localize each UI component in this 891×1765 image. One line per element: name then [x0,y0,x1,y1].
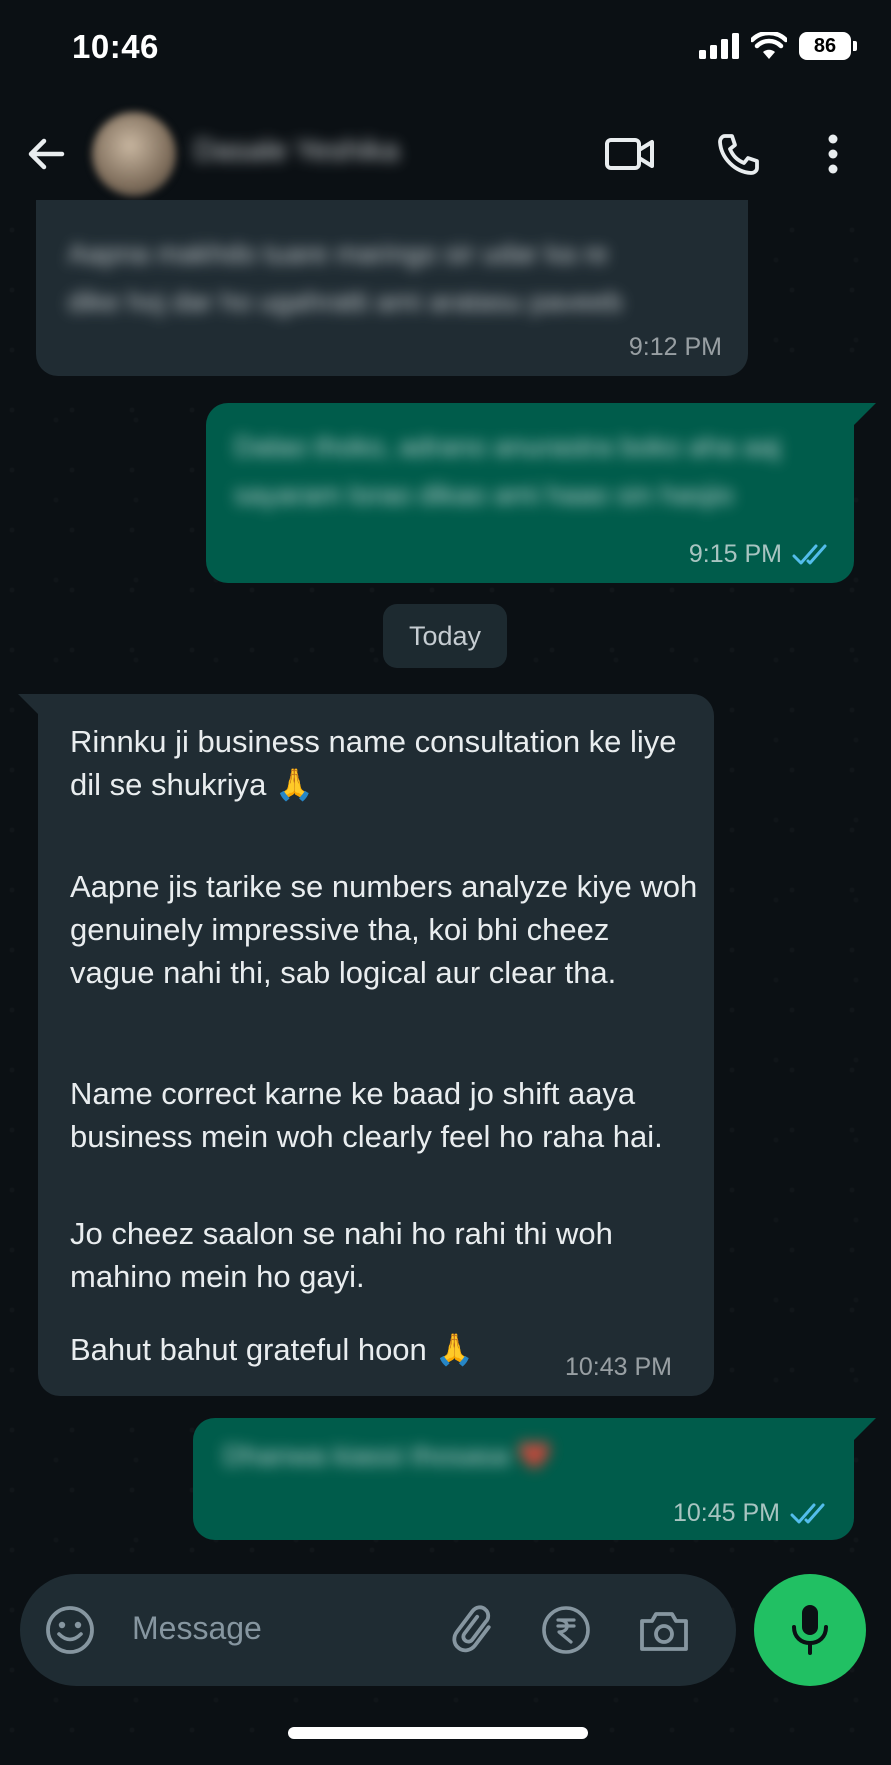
attach-button[interactable] [446,1600,506,1660]
contact-name[interactable]: Dasale Yeshika [194,134,399,168]
more-vertical-icon [828,134,838,174]
date-separator: Today [383,604,507,668]
emoji-icon [46,1606,94,1654]
arrow-left-icon [28,138,65,170]
video-call-icon [605,138,654,170]
read-ticks-icon [792,544,827,564]
message-time: 10:43 PM [565,1353,673,1381]
message-time: 10:45 PM [672,1499,780,1527]
payment-button[interactable] [536,1600,596,1660]
camera-icon [640,1612,688,1651]
back-button[interactable] [22,130,70,178]
signal-icon [699,33,739,59]
read-ticks-icon [790,1503,825,1523]
message-paragraph: Rinnku ji business name consultation ke … [70,724,677,802]
message-line: Dhanwa kiassi thosasa ❤️ [223,1440,553,1471]
message-input-bar: Message [20,1574,736,1686]
voice-call-button[interactable] [710,126,766,182]
emoji-button[interactable] [42,1602,98,1663]
message-meta: 9:15 PM [689,540,834,569]
message-bubble-incoming[interactable]: Aapna makhdo tuare maringo sir udar ka r… [36,200,748,376]
rupee-icon [542,1606,590,1654]
message-bubble-outgoing[interactable]: Dhanwa kiassi thosasa ❤️ 10:45 PM [193,1418,854,1540]
message-paragraph: Jo cheez saalon se nahi ho rahi thi woh … [70,1216,613,1294]
message-line: Aapna makhdo tuare maringo sir udar ka r… [68,238,609,269]
message-text-blurred: Aapna makhdo tuare maringo sir udar ka r… [68,230,622,326]
message-paragraph: Bahut bahut grateful hoon 🙏 [70,1332,474,1367]
home-indicator [288,1727,588,1739]
voice-message-button[interactable] [754,1574,866,1686]
contact-avatar[interactable] [92,112,176,196]
status-bar: 10:46 86 [0,0,891,96]
battery-indicator: 86 [799,32,857,60]
message-input[interactable]: Message [132,1610,262,1647]
status-icons: 86 [699,32,857,60]
message-line: Dalao thoko, adrano anurastra boko aha a… [234,431,781,462]
message-time: 9:12 PM [628,333,722,361]
message-paragraph: Name correct karne ke baad jo shift aaya… [70,1076,663,1154]
message-line: dike hoj dar ho ugahratti ami aratasu pa… [68,286,623,317]
bubble-tail [854,403,876,425]
message-line: sayaram lorao dikao ami haao sin hasjio [234,479,734,510]
message-meta: 10:45 PM [673,1499,832,1528]
camera-button[interactable] [634,1600,694,1660]
video-call-button[interactable] [602,126,658,182]
message-time: 9:15 PM [688,540,782,568]
message-text-blurred: Dhanwa kiassi thosasa ❤️ [223,1432,552,1480]
message-paragraph: Aapne jis tarike se numbers analyze kiye… [70,869,698,990]
microphone-icon [792,1605,828,1655]
message-meta: 9:12 PM [629,333,722,362]
bubble-tail [854,1418,876,1440]
wifi-icon [751,32,787,59]
chat-header: Dasale Yeshika [0,96,891,212]
bubble-tail [18,694,40,716]
message-text-blurred: Dalao thoko, adrano anurastra boko aha a… [234,423,780,519]
paperclip-icon [452,1605,491,1653]
phone-icon [718,134,759,175]
status-time: 10:46 [72,28,159,65]
more-options-button[interactable] [805,126,861,182]
message-bubble-outgoing[interactable]: Dalao thoko, adrano anurastra boko aha a… [206,403,854,583]
